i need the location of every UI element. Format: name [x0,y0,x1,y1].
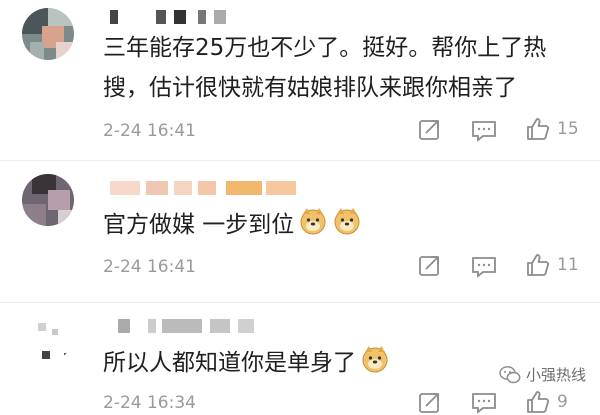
comment-text-line: 官方做媒 一步到位 [103,212,295,238]
comment-bubble-icon [472,257,496,278]
repost-button[interactable] [418,254,442,278]
username-blurred[interactable] [110,181,300,195]
thumbs-up-icon [527,254,550,276]
share-arrow-icon [419,120,439,140]
watermark: 小强热线 [499,364,586,385]
username-blurred[interactable] [110,10,240,24]
comment-bubble-icon [472,121,496,142]
avatar[interactable] [22,309,74,361]
comment-time: 2-24 16:41 [103,257,196,277]
reply-button[interactable] [471,119,497,143]
doge-emoji-icon [332,206,362,249]
watermark-text: 小强热线 [525,366,586,384]
thumbs-up-icon [527,118,550,140]
doge-emoji-icon [360,344,390,387]
like-button[interactable]: 9 [525,389,568,415]
comment-time: 2-24 16:41 [103,121,196,141]
comment-bubble-icon [472,393,496,414]
share-arrow-icon [419,393,439,413]
reply-button[interactable] [471,391,497,415]
comment-text-line: 搜，估计很快就有姑娘排队来跟你相亲了 [103,75,517,101]
like-count: 11 [557,255,579,275]
comment-text: 官方做媒 一步到位 [103,205,573,249]
avatar[interactable] [22,8,74,60]
comment-3: 所以人都知道你是单身了 2-24 16:34 9 [0,303,600,414]
comment-text: 三年能存25万也不少了。挺好。帮你上了热 搜，估计很快就有姑娘排队来跟你相亲了 [103,28,573,108]
comment-time: 2-24 16:34 [103,393,196,413]
comment-1: 三年能存25万也不少了。挺好。帮你上了热 搜，估计很快就有姑娘排队来跟你相亲了 … [0,0,600,160]
like-button[interactable]: 11 [525,252,579,278]
comment-text-line: 所以人都知道你是单身了 [103,350,356,376]
like-button[interactable]: 15 [525,116,579,142]
doge-emoji-icon [298,206,328,249]
username-blurred[interactable] [118,319,258,333]
like-count: 15 [557,119,579,139]
repost-button[interactable] [418,118,442,142]
wechat-logo-icon [499,365,521,383]
comment-2: 官方做媒 一步到位 2-24 16:41 11 [0,161,600,301]
like-count: 9 [557,392,568,412]
thumbs-up-icon [527,391,550,413]
reply-button[interactable] [471,255,497,279]
comment-text-line: 三年能存25万也不少了。挺好。帮你上了热 [103,35,547,61]
repost-button[interactable] [418,391,442,415]
avatar[interactable] [22,174,74,226]
share-arrow-icon [419,256,439,276]
